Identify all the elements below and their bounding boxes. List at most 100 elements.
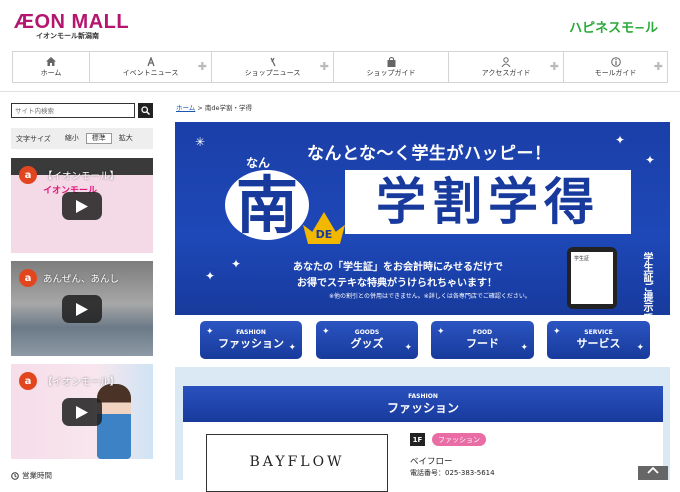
crown-icon: DE <box>303 212 345 244</box>
nav-item-home[interactable]: ホーム <box>13 52 90 82</box>
hero-banner: ✳ ✦ ✦ ✦ ✦ なんとな〜く学生がハッピー！ なん 南 DE 学割学得 あな… <box>175 122 670 315</box>
hero-kanji: 南 <box>225 170 309 242</box>
clock-icon <box>11 471 19 480</box>
sparkle-icon: ✦ <box>288 343 296 353</box>
category-food-button[interactable]: FOOD フード ✦ ✦ <box>431 321 534 359</box>
shop-logo[interactable]: BAYFLOW <box>206 434 388 492</box>
play-button[interactable] <box>62 192 102 220</box>
category-en: FOOD <box>472 329 493 336</box>
section-title-en: FASHION <box>408 392 438 400</box>
nav-item-event-news[interactable]: イベントニュース ✚ <box>90 52 212 82</box>
nav-item-access-guide[interactable]: アクセスガイド ✚ <box>449 52 564 82</box>
divider <box>0 91 680 92</box>
category-goods-button[interactable]: GOODS グッズ ✦ ✦ <box>316 321 418 359</box>
category-en: SERVICE <box>584 329 613 336</box>
site-header: ÆON MALL イオンモール新潟南 ハピネスモ−ル <box>0 0 680 50</box>
aeon-mall-logo[interactable]: ÆON MALL イオンモール新潟南 <box>14 12 129 41</box>
nav-label: イベントニュース <box>122 68 179 77</box>
fashion-section: FASHION ファッション BAYFLOW 1F ファッション ベイフロー 電… <box>175 367 670 492</box>
font-size-standard[interactable]: 標準 <box>85 133 112 144</box>
plus-icon: ✚ <box>653 60 663 73</box>
happiness-mall-logo[interactable]: ハピネスモ−ル <box>569 17 658 36</box>
person-icon <box>501 56 511 68</box>
sparkle-icon: ✦ <box>206 327 214 337</box>
sparkle-icon: ✦ <box>437 327 445 337</box>
hero-title-banner: 学割学得 <box>345 170 631 234</box>
business-hours-label: 営業時間 <box>22 471 52 480</box>
category-service-button[interactable]: SERVICE サービス ✦ ✦ <box>547 321 650 359</box>
logo-text: ÆON MALL <box>14 11 130 33</box>
sparkle-icon: ✦ <box>322 327 330 337</box>
breadcrumb-current: 南de学割・学得 <box>204 104 253 112</box>
section-header: FASHION ファッション <box>183 386 663 422</box>
plus-icon: ✚ <box>319 60 329 73</box>
category-fashion-button[interactable]: FASHION ファッション ✦ ✦ <box>200 321 302 359</box>
play-button[interactable] <box>62 398 102 426</box>
floor-badge: 1F <box>410 433 425 446</box>
global-nav: ホーム イベントニュース ✚ ショップニュース ✚ ショップガイド アクセスガイ… <box>12 51 668 83</box>
category-tag: ファッション <box>432 433 486 446</box>
plus-icon: ✚ <box>197 60 207 73</box>
bag-icon <box>387 56 396 68</box>
video-thumbnail[interactable]: a 【イオンモール】 イオンモール <box>11 158 153 253</box>
home-icon <box>46 56 56 68</box>
crown-text: DE <box>315 228 333 241</box>
category-buttons: FASHION ファッション ✦ ✦ GOODS グッズ ✦ ✦ FOOD フー… <box>200 321 650 359</box>
font-size-small[interactable]: 縮小 <box>60 134 84 143</box>
video-title: 【イオンモール】 <box>43 377 120 388</box>
business-hours[interactable]: 営業時間 <box>11 470 52 481</box>
breadcrumb-home-link[interactable]: ホーム <box>176 104 195 112</box>
nav-label: ショップニュース <box>244 68 301 77</box>
channel-avatar: a <box>19 269 37 287</box>
sparkle-icon: ✦ <box>645 153 656 167</box>
shop-card: BAYFLOW 1F ファッション ベイフロー 電話番号：025-383-561… <box>183 422 663 492</box>
nav-item-shop-guide[interactable]: ショップガイド <box>334 52 449 82</box>
search-icon <box>141 106 150 115</box>
category-jp: グッズ <box>350 337 384 350</box>
logo-subtext: イオンモール新潟南 <box>36 32 99 40</box>
video-title: 【イオンモール】 <box>43 171 120 182</box>
event-icon <box>146 55 156 68</box>
hero-catchphrase: なんとな〜く学生がハッピー！ <box>307 144 552 164</box>
category-jp: フード <box>466 337 499 350</box>
nav-item-mall-guide[interactable]: モールガイド ✚ <box>564 52 667 82</box>
sparkle-icon: ✦ <box>404 343 412 353</box>
nav-label: モールガイド <box>594 68 637 77</box>
channel-avatar: a <box>19 166 37 184</box>
chevron-up-icon <box>647 466 659 474</box>
play-button[interactable] <box>62 295 102 323</box>
breadcrumb: ホーム > 南de学割・学得 <box>176 102 252 112</box>
shop-news-icon <box>268 57 278 68</box>
search-input[interactable] <box>11 103 135 118</box>
plus-icon: ✚ <box>549 60 559 73</box>
play-icon <box>76 199 88 213</box>
video-thumbnail[interactable]: a 【イオンモール】 <box>11 364 153 459</box>
sparkle-icon: ✦ <box>553 327 561 337</box>
shop-name[interactable]: ベイフロー <box>410 455 453 467</box>
nav-item-shop-news[interactable]: ショップニュース ✚ <box>212 52 334 82</box>
channel-avatar: a <box>19 372 37 390</box>
sparkle-icon: ✦ <box>520 343 528 353</box>
category-jp: ファッション <box>218 337 284 350</box>
play-icon <box>76 405 88 419</box>
sparkle-icon: ✦ <box>615 133 626 147</box>
video-thumbnail[interactable]: a あんぜん、あんし <box>11 261 153 356</box>
font-size-label: 文字サイズ <box>16 134 51 143</box>
hero-note: ※他の割引との併用はできません。※詳しくは各専門店でご確認ください。 <box>329 293 531 300</box>
hero-title: 学割学得 <box>376 173 600 231</box>
category-en: FASHION <box>236 329 266 336</box>
category-jp: サービス <box>576 337 621 350</box>
nav-label: ショップガイド <box>366 68 416 77</box>
phone-illustration: 学生証 <box>567 247 617 309</box>
site-search <box>11 103 153 118</box>
sidebar: 文字サイズ 縮小 標準 拡大 a 【イオンモール】 イオンモール a あんぜん、… <box>11 103 153 459</box>
nav-label: ホーム <box>40 68 62 77</box>
sparkle-icon: ✦ <box>636 343 644 353</box>
page-top-button[interactable] <box>638 466 668 480</box>
font-size-large[interactable]: 拡大 <box>114 134 138 143</box>
search-button[interactable] <box>138 103 153 118</box>
play-icon <box>76 302 88 316</box>
phone-screen: 学生証 <box>571 252 613 304</box>
sparkle-icon: ✦ <box>205 269 216 283</box>
sparkle-icon: ✳ <box>195 135 206 149</box>
